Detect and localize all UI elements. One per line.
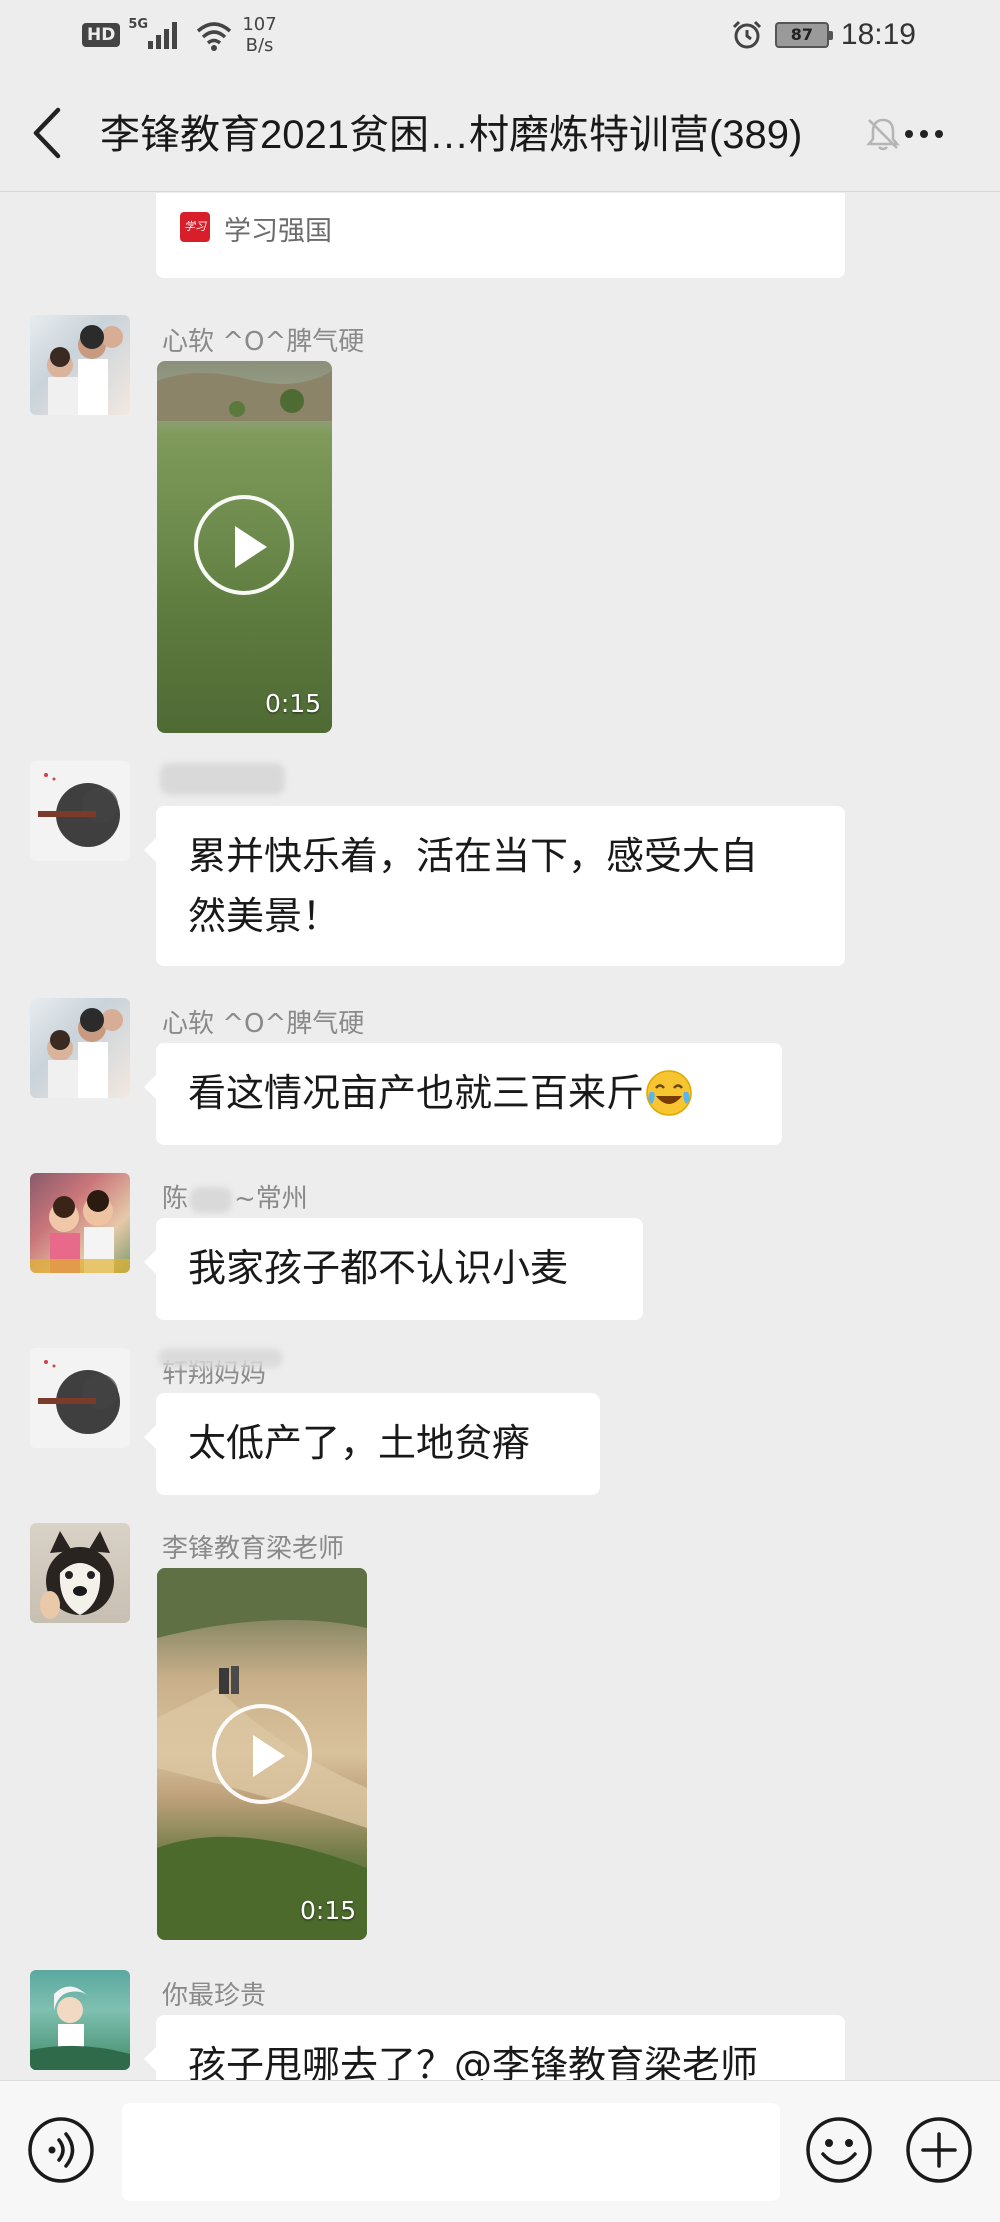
input-bar [0,2080,1000,2222]
message-text: 孩子甩哪去了？@李锋教育梁老师 [188,2043,759,2080]
avatar[interactable] [30,1523,130,1623]
video-thumbnail [157,371,332,421]
sender-name: 你最珍贵 [162,1981,267,2011]
status-right: 87 18:19 [731,18,916,52]
emoji-icon[interactable] [805,2116,873,2184]
hd-indicator: HD [82,23,121,47]
message-bubble[interactable]: 孩子甩哪去了？@李锋教育梁老师 [144,2015,845,2080]
network-speed-unit: B/s [245,35,274,56]
message-text-line1: 累并快乐着，活在当下，感受大自 [188,834,759,878]
video-duration: 0:15 [265,689,322,718]
message-text-line2: 然美景！ [188,894,341,938]
status-bar: HD 5G 107 B/s 87 18:19 [0,0,1000,72]
sender-name: 心软 ^O^脾气硬 [162,1009,365,1039]
avatar[interactable] [30,761,130,861]
video-message[interactable]: 0:15 [157,1568,367,1940]
play-icon[interactable] [194,495,294,595]
video-message[interactable]: 0:15 [157,361,332,733]
message-bubble[interactable]: 看这情况亩产也就三百来斤 [144,1043,782,1145]
message-input[interactable] [122,2103,780,2201]
xuexi-logo-icon: 学习 [180,212,210,242]
mute-notification-icon [866,118,900,151]
message-text: 看这情况亩产也就三百来斤 [188,1071,645,1115]
plus-icon[interactable] [905,2116,973,2184]
avatar[interactable] [30,1173,130,1273]
sender-name: 陈 ~常州 [162,1178,308,1215]
play-icon[interactable] [212,1704,312,1804]
sender-name: 心软 ^O^脾气硬 [162,327,365,357]
battery-icon: 87 [774,22,833,48]
network-type-label: 5G [128,17,149,32]
avatar[interactable] [30,315,130,415]
wifi-icon [197,22,232,51]
network-speed-value: 107 [242,14,277,35]
message-bubble[interactable]: 累并快乐着，活在当下，感受大自 然美景！ [144,806,845,966]
sender-name-suffix: ~常州 [234,1184,308,1214]
avatar[interactable] [30,1348,130,1448]
network-speed: 107 B/s [242,14,276,56]
shared-article-card[interactable]: 学习 学习强国 [156,193,845,278]
card-source-label: 学习强国 [224,216,332,247]
video-duration: 0:15 [300,1896,357,1925]
avatar[interactable] [30,998,130,1098]
more-options-button[interactable] [905,118,949,150]
voice-input-icon[interactable] [27,2116,95,2184]
chat-title: 李锋教育2021贫困…村磨炼特训营(389) [100,113,803,157]
back-icon[interactable] [28,106,68,160]
avatar[interactable] [30,1970,130,2070]
sender-name: 李锋教育梁老师 [162,1534,345,1564]
laughing-crying-emoji-icon [646,1069,692,1116]
message-text: 我家孩子都不认识小麦 [188,1246,569,1290]
message-text: 太低产了，土地贫瘠 [188,1421,531,1465]
blurred-sender-name [160,763,285,795]
cellular-signal-icon: 5G [128,17,186,53]
status-left: HD 5G 107 B/s [82,14,277,56]
chat-header: 李锋教育2021贫困…村磨炼特训营(389) [0,72,1000,192]
sender-name-blur [158,1348,283,1368]
clock: 18:19 [840,18,916,51]
message-bubble[interactable]: 我家孩子都不认识小麦 [144,1218,643,1320]
alarm-icon [732,20,761,49]
message-list[interactable]: 学习 学习强国 心软 ^O^脾气硬 0:15 累并快乐着，活在当下，感受大自 然… [0,193,1000,2080]
message-bubble[interactable]: 太低产了，土地贫瘠 [144,1393,600,1495]
sender-name-prefix: 陈 [162,1184,189,1214]
